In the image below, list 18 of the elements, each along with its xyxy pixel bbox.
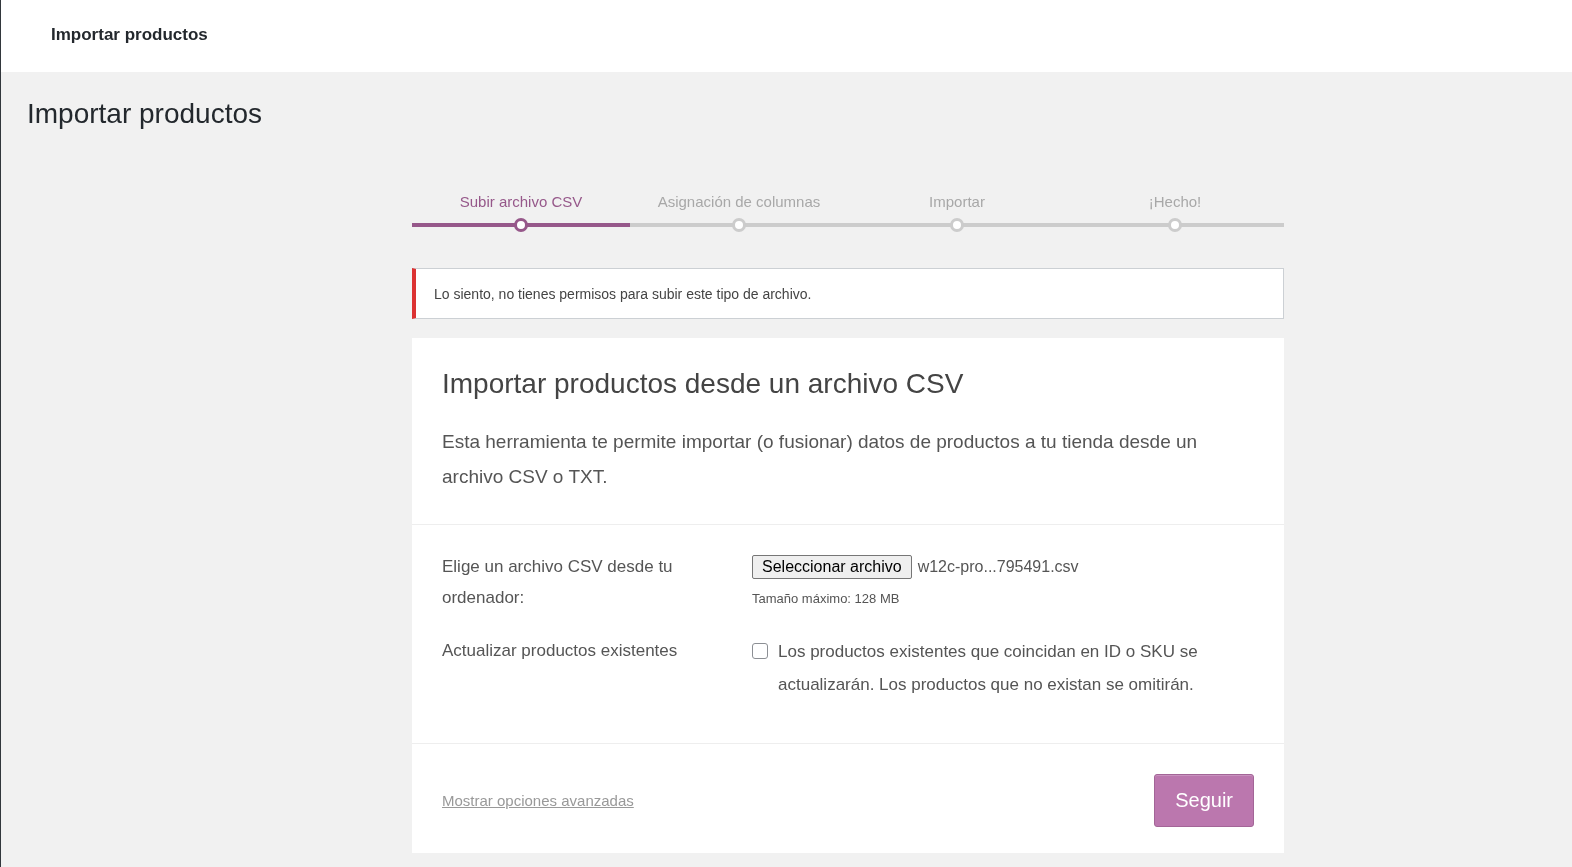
max-size-hint: Tamaño máximo: 128 MB <box>752 590 900 608</box>
page-title: Importar productos <box>27 98 262 130</box>
field-label: Elige un archivo CSV desde tu ordenador: <box>442 556 674 609</box>
card-description: Esta herramienta te permite importar (o fusionar) datos de productos a tu tienda desde un archivo CSV o TXT. <box>442 430 1199 489</box>
step-tab[interactable]: Asignación de columnas <box>657 193 821 217</box>
step-tab[interactable]: ¡Hecho! <box>1148 193 1202 217</box>
continue-button[interactable]: Seguir <box>1154 774 1254 827</box>
error-notice: Lo siento, no tienes permisos para subir este tipo de archivo. <box>412 268 1284 319</box>
card-title: Importar productos desde un archivo CSV <box>442 368 964 400</box>
field-label: Actualizar productos existentes <box>442 640 679 662</box>
advanced-options-link[interactable]: Mostrar opciones avanzadas <box>442 792 634 809</box>
page-heading: Importar productos <box>51 25 208 44</box>
update-checkbox[interactable] <box>752 643 768 659</box>
select-file-button[interactable]: Seleccionar archivo <box>752 554 912 579</box>
file-name: w12c-pro...795491.csv <box>917 557 1079 577</box>
step-tab[interactable]: Importar <box>929 193 985 217</box>
step-tab[interactable]: Subir archivo CSV <box>459 193 583 217</box>
checkbox-label: Los productos existentes que coincidan en ID o SKU se actualizarán. Los productos que no existan se omitirán. <box>778 641 1199 696</box>
